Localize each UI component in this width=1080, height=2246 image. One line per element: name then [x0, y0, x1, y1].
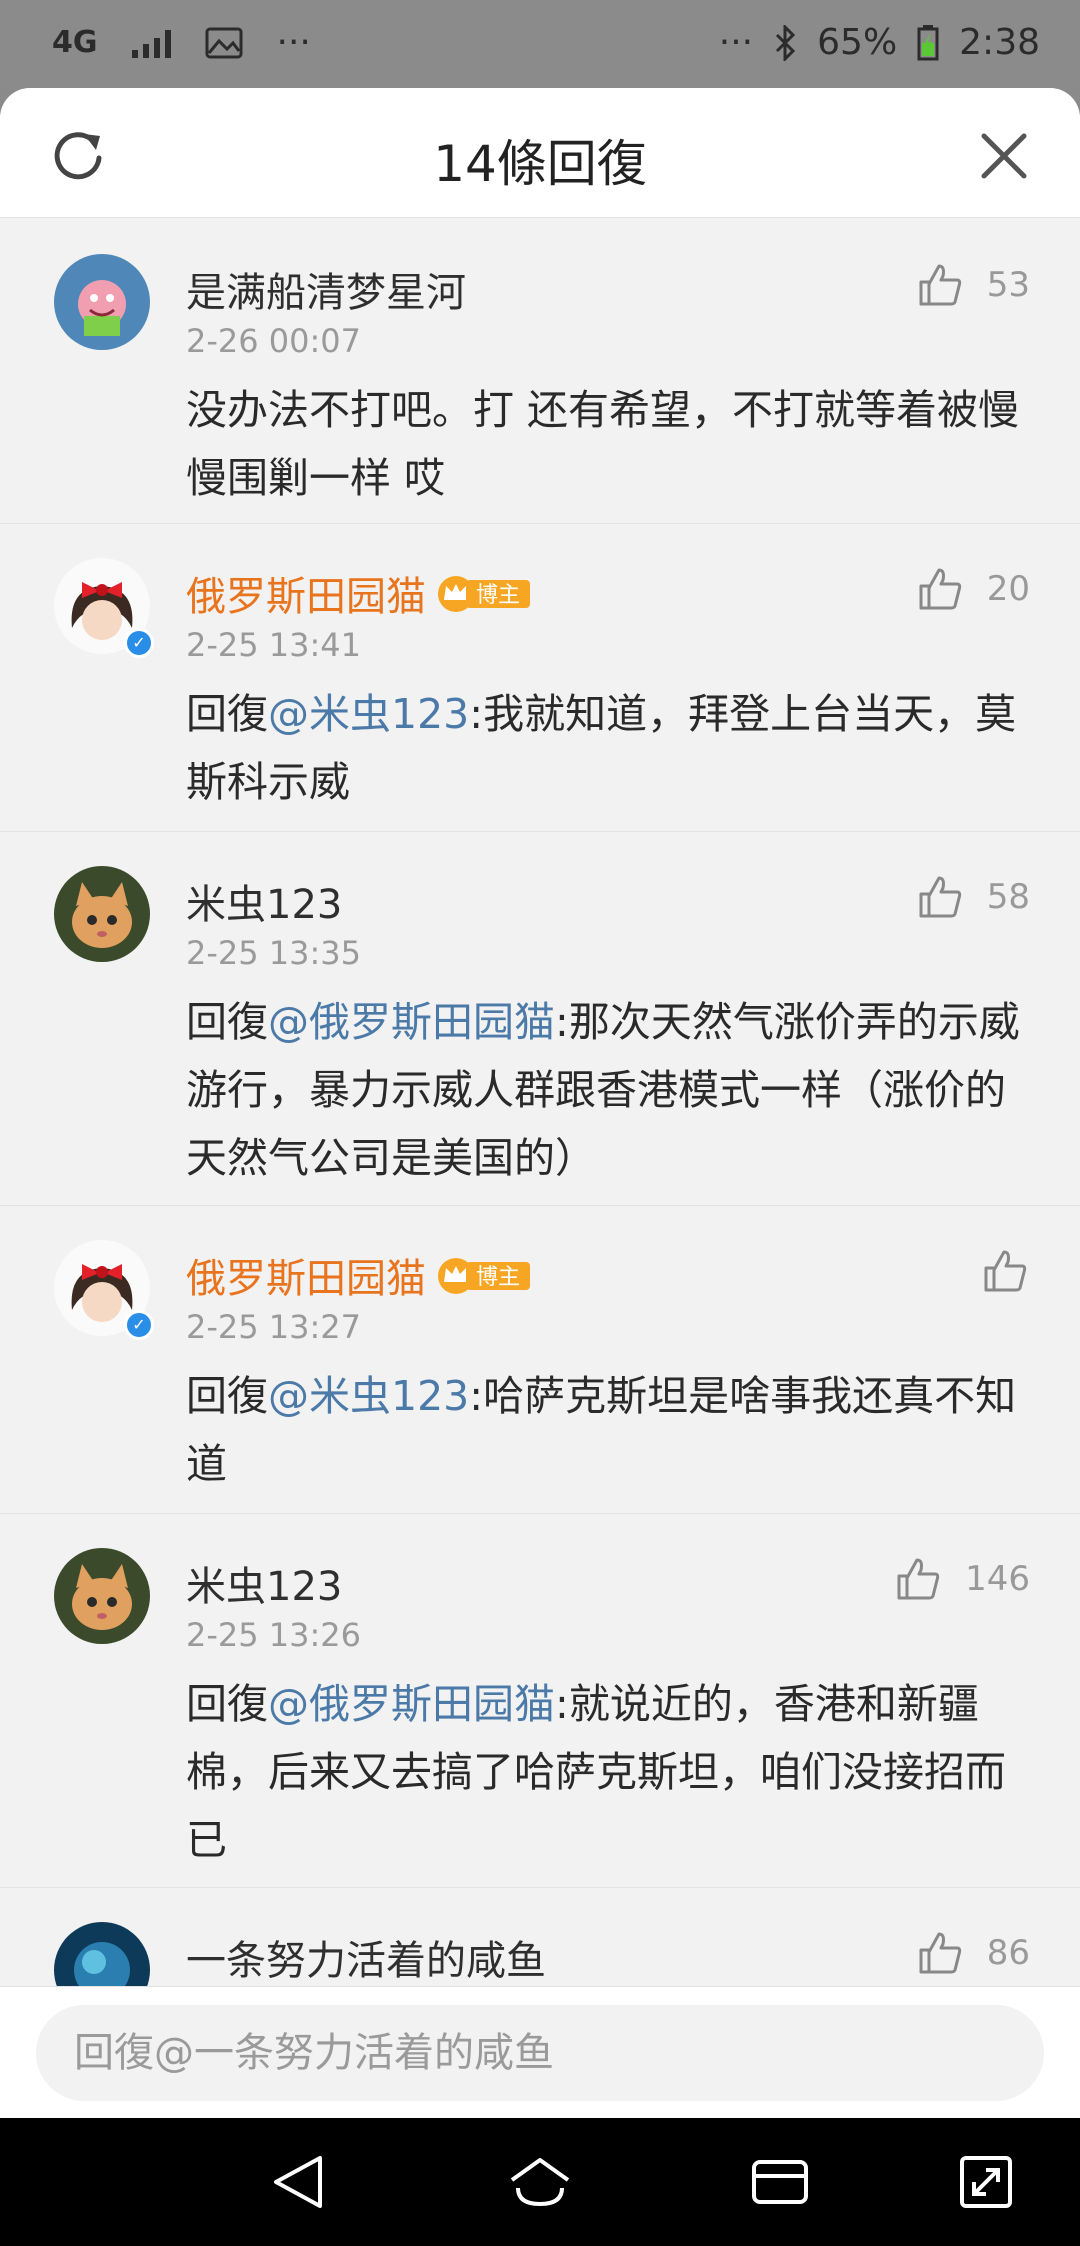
like-button[interactable] [980, 1246, 1030, 1296]
like-button[interactable]: 53 [915, 260, 1030, 310]
comment-author[interactable]: 一条努力活着的咸鱼 [186, 1928, 546, 1986]
reply-prefix: 回復 [186, 998, 268, 1046]
home-icon[interactable] [506, 2148, 574, 2216]
thumb-up-icon [984, 1250, 1027, 1292]
comment-time: 2-25 13:35 [186, 934, 362, 972]
thumb-up-icon [897, 1558, 940, 1600]
thumb-up-icon [919, 568, 961, 610]
comment-author[interactable]: 米虫123 [186, 1554, 342, 1612]
back-icon[interactable] [268, 2148, 336, 2216]
reply-prefix: 回復 [186, 1680, 268, 1728]
avatar[interactable] [54, 254, 150, 350]
recents-icon[interactable] [746, 2148, 814, 2216]
author-name: 俄罗斯田园猫 [186, 1256, 426, 1302]
like-count: 146 [965, 1559, 1030, 1599]
owner-badge: 博主 [436, 1256, 532, 1306]
network-type: 4G [52, 24, 98, 60]
comment-text: 回復@俄罗斯田园猫:那次天然气涨价弄的示威游行，暴力示威人群跟香港模式一样（涨价… [186, 988, 1030, 1192]
avatar[interactable] [54, 1548, 150, 1644]
comment-item: 米虫123 2-25 13:35 58 回復@俄罗斯田园猫:那次天然气涨价弄的示… [0, 832, 1080, 1206]
reply-prefix: 回復 [186, 1372, 268, 1420]
like-count: 58 [986, 877, 1030, 917]
battery-icon [917, 24, 939, 60]
owner-badge-label: 博主 [476, 583, 520, 608]
mention-link[interactable]: @俄罗斯田园猫 [268, 998, 555, 1046]
more-status: ··· [718, 22, 754, 63]
image-icon [205, 27, 242, 58]
like-count: 86 [986, 1933, 1030, 1973]
battery-percent: 65% [817, 22, 898, 63]
thumb-up-icon [919, 876, 961, 918]
like-button[interactable]: 58 [915, 872, 1030, 922]
bluetooth-icon [776, 24, 796, 61]
comment-time: 2-25 13:41 [186, 626, 362, 664]
comment-item: 是满船清梦星河 2-26 00:07 53 没办法不打吧。打 还有希望，不打就等… [0, 220, 1080, 524]
thumb-up-icon [919, 264, 961, 306]
comment-time: 2-25 13:26 [186, 1616, 362, 1654]
verified-badge: ✓ [124, 1310, 154, 1340]
mention-link[interactable]: @米虫123 [268, 1372, 469, 1420]
comment-text: 没办法不打吧。打 还有希望，不打就等着被慢慢围剿一样 哎 [186, 386, 1020, 502]
verified-badge: ✓ [124, 628, 154, 658]
reply-input[interactable] [36, 2005, 1044, 2101]
comment-item: ✓ 俄罗斯田园猫 博主 2-25 13:41 20 回復@米虫123:我就知道，拜… [0, 524, 1080, 832]
comment-item: ✓ 俄罗斯田园猫 博主 2-25 13:27 回復@米虫123:哈萨克斯坦是啥事我… [0, 1206, 1080, 1514]
comment-text: 回復@米虫123:哈萨克斯坦是啥事我还真不知道 [186, 1362, 1030, 1498]
like-button[interactable]: 146 [893, 1554, 1030, 1604]
comment-time: 2-26 00:07 [186, 322, 362, 360]
comment-author[interactable]: 俄罗斯田园猫 博主 [186, 564, 532, 624]
comment-author[interactable]: 是满船清梦星河 [186, 260, 466, 318]
thumb-up-icon [919, 1932, 961, 1974]
like-button[interactable]: 20 [915, 564, 1030, 614]
like-button[interactable]: 86 [915, 1928, 1030, 1978]
status-bar: 4G ··· ··· 65% 2:38 [0, 0, 1080, 88]
replies-sheet: 14條回復 是满船清梦星河 2-26 00:07 53 没办法不打吧。打 还有希… [0, 88, 1080, 2118]
avatar[interactable]: ✓ [54, 1240, 154, 1340]
comment-text: 回復@米虫123:我就知道，拜登上台当天，莫斯科示威 [186, 680, 1030, 816]
like-count: 53 [986, 265, 1030, 305]
owner-badge-label: 博主 [476, 1265, 520, 1290]
expand-icon[interactable] [952, 2148, 1020, 2216]
close-icon[interactable] [976, 128, 1032, 184]
owner-badge: 博主 [436, 574, 532, 624]
reply-prefix: 回復 [186, 690, 268, 738]
comment-text: 回復@俄罗斯田园猫:就说近的，香港和新疆棉，后来又去搞了哈萨克斯坦，咱们没接招而… [186, 1670, 1030, 1874]
mention-link[interactable]: @俄罗斯田园猫 [268, 1680, 555, 1728]
clock: 2:38 [959, 22, 1040, 63]
comment-author[interactable]: 俄罗斯田园猫 博主 [186, 1246, 532, 1306]
page-title: 14條回復 [433, 135, 647, 193]
signal-icon [131, 28, 171, 58]
more-notifications: ··· [276, 22, 311, 63]
sheet-header: 14條回復 [0, 88, 1080, 218]
like-count: 20 [986, 569, 1030, 609]
author-name: 俄罗斯田园猫 [186, 574, 426, 620]
comment-item: 米虫123 2-25 13:26 146 回復@俄罗斯田园猫:就说近的，香港和新… [0, 1514, 1080, 1888]
mention-link[interactable]: @米虫123 [268, 690, 469, 738]
navigation-bar [0, 2118, 1080, 2246]
comment-author[interactable]: 米虫123 [186, 872, 342, 930]
avatar[interactable]: ✓ [54, 558, 154, 658]
avatar[interactable] [54, 866, 150, 962]
comment-list: 是满船清梦星河 2-26 00:07 53 没办法不打吧。打 还有希望，不打就等… [0, 220, 1080, 2088]
comment-time: 2-25 13:27 [186, 1308, 362, 1346]
reply-bar [0, 1986, 1080, 2118]
